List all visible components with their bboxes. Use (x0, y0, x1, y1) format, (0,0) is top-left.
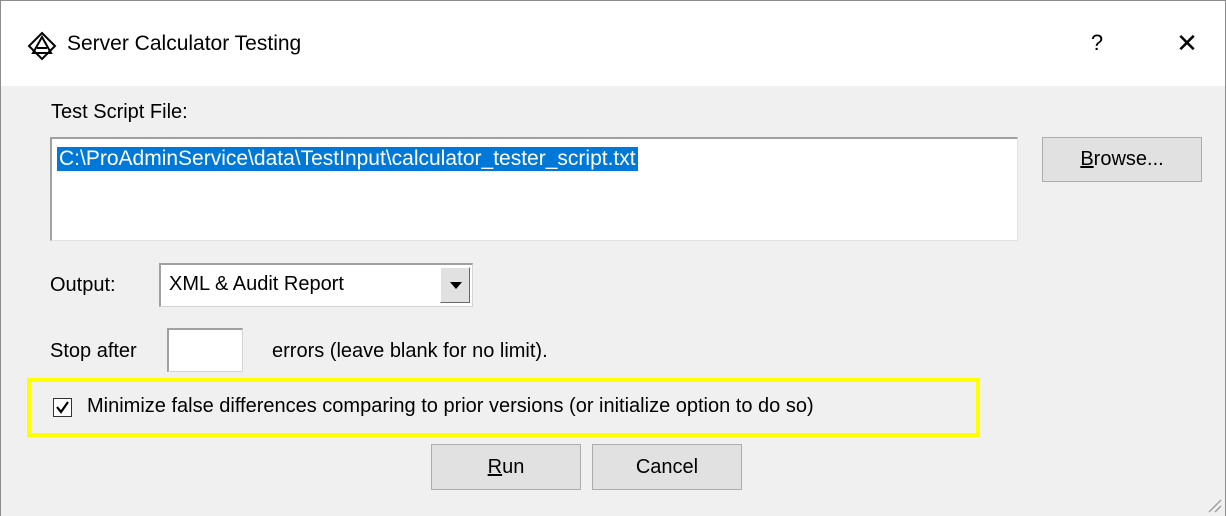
browse-mnemonic: B (1080, 148, 1094, 170)
chevron-down-icon[interactable] (440, 267, 470, 303)
test-script-file-label: Test Script File: (51, 101, 188, 123)
stop-after-input[interactable] (167, 328, 243, 372)
run-mnemonic: R (487, 456, 503, 478)
resize-grip-icon[interactable] (1203, 494, 1223, 514)
test-script-file-value: C:\ProAdminService\data\TestInput\calcul… (57, 147, 638, 171)
help-button[interactable]: ? (1077, 23, 1117, 63)
check-icon (56, 401, 69, 414)
title-bar[interactable]: Server Calculator Testing ? ✕ (1, 1, 1225, 86)
stop-after-suffix: errors (leave blank for no limit). (272, 340, 548, 362)
ade-logo-icon (27, 31, 57, 61)
output-label: Output: (50, 274, 116, 296)
run-label: un (502, 456, 525, 478)
run-button[interactable]: Run (431, 444, 581, 490)
cancel-button[interactable]: Cancel (592, 444, 742, 490)
output-select[interactable]: XML & Audit Report (159, 263, 473, 307)
minimize-label[interactable]: Minimize false differences comparing to … (87, 395, 814, 418)
window-title: Server Calculator Testing (67, 32, 302, 55)
output-selected-value: XML & Audit Report (169, 273, 344, 295)
dialog-window: Server Calculator Testing ? ✕ Test Scrip… (0, 0, 1226, 516)
test-script-file-input[interactable]: C:\ProAdminService\data\TestInput\calcul… (50, 137, 1018, 241)
browse-button[interactable]: Browse... (1042, 137, 1202, 182)
close-button[interactable]: ✕ (1167, 23, 1207, 63)
browse-label: rowse... (1093, 148, 1164, 170)
stop-after-label: Stop after (50, 340, 137, 362)
minimize-checkbox[interactable] (53, 398, 72, 417)
